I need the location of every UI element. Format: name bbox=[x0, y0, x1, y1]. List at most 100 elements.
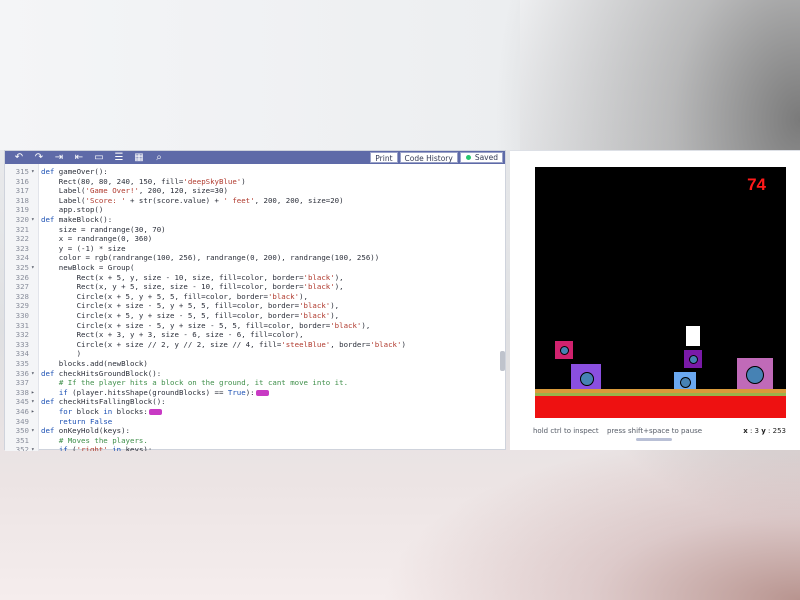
code-text: # Moves the players. bbox=[58, 435, 148, 445]
line-number: 345 bbox=[15, 397, 29, 407]
code-line[interactable]: 332 Rect(x + 3, y + 3, size - 6, size - … bbox=[5, 330, 500, 340]
code-text: newBlock = Group( bbox=[41, 263, 135, 272]
code-text: Circle(x + size // 2, y // 2, size // 4,… bbox=[41, 339, 406, 349]
code-editor[interactable]: ↶ ↷ ⇥ ⇤ ▭ ☰ ▦ ⌕ Print Code History Saved… bbox=[4, 150, 506, 451]
code-line[interactable]: 351 # Moves the players. bbox=[5, 436, 500, 446]
code-line[interactable]: 337 # If the player hits a block on the … bbox=[5, 378, 500, 388]
code-line[interactable]: 345 ▾ def checkHitsFallingBlock(): bbox=[5, 397, 500, 407]
line-number: 346 bbox=[15, 407, 29, 416]
code-line[interactable]: 321 size = randrange(30, 70) bbox=[5, 225, 500, 235]
code-text: if ('right' in keys): bbox=[58, 445, 153, 451]
ground bbox=[535, 396, 786, 418]
saved-label: Saved bbox=[474, 153, 498, 162]
line-number: 352 bbox=[15, 445, 29, 451]
code-line[interactable]: 318 Label('Score: ' + str(score.value) +… bbox=[5, 196, 500, 206]
line-number: 326 bbox=[15, 272, 29, 282]
code-line[interactable]: 320 ▾ def makeBlock(): bbox=[5, 215, 500, 225]
status-bar: hold ctrl to inspect press shift+space t… bbox=[510, 425, 800, 437]
code-line[interactable]: 334 ) bbox=[5, 349, 500, 359]
fold-toggle-icon[interactable]: ▸ bbox=[31, 388, 38, 398]
search-icon[interactable]: ⌕ bbox=[149, 151, 169, 164]
line-number: 330 bbox=[15, 311, 29, 320]
code-text: blocks.add(newBlock) bbox=[41, 359, 148, 368]
code-line[interactable]: 335 blocks.add(newBlock) bbox=[5, 359, 500, 369]
block-pink-small bbox=[554, 340, 574, 360]
outdent-icon[interactable]: ⇤ bbox=[69, 151, 89, 164]
code-text: Rect(x, y + 5, size, size - 10, fill=col… bbox=[41, 282, 344, 292]
fold-toggle-icon[interactable]: ▾ bbox=[31, 426, 38, 436]
code-line[interactable]: 333 Circle(x + size // 2, y // 2, size /… bbox=[5, 340, 500, 350]
folded-code-marker[interactable] bbox=[255, 389, 269, 396]
line-number: 325 bbox=[15, 263, 29, 272]
code-area[interactable]: 315 ▾ def gameOver(): 316 Rect(80, 80, 240,… bbox=[5, 164, 505, 451]
code-text: Rect(80, 80, 240, 150, fill='deepSkyBlue… bbox=[41, 176, 246, 186]
fold-toggle-icon[interactable]: ▾ bbox=[31, 369, 38, 379]
code-line[interactable]: 338 ▸ if (player.hitsShape(groundBlocks) … bbox=[5, 388, 500, 398]
list-icon[interactable]: ☰ bbox=[109, 151, 129, 164]
code-line[interactable]: 331 Circle(x + size - 5, y + size - 5, 5… bbox=[5, 321, 500, 331]
code-line[interactable]: 330 Circle(x + 5, y + size - 5, 5, fill=… bbox=[5, 311, 500, 321]
block-white bbox=[685, 325, 701, 347]
line-number: 334 bbox=[15, 349, 29, 359]
code-text: if (player.hitsShape(groundBlocks) == Tr… bbox=[41, 388, 269, 398]
fold-toggle-icon[interactable]: ▾ bbox=[31, 445, 38, 451]
fold-toggle-icon[interactable]: ▾ bbox=[31, 215, 38, 225]
resize-handle[interactable] bbox=[636, 438, 672, 441]
folded-code-marker[interactable] bbox=[148, 409, 162, 415]
code-line[interactable]: 322 x = randrange(0, 360) bbox=[5, 234, 500, 244]
code-line[interactable]: 350 ▾ def onKeyHold(keys): bbox=[5, 426, 500, 436]
code-line[interactable]: 316 Rect(80, 80, 240, 150, fill='deepSky… bbox=[5, 177, 500, 187]
background-glow-bottom bbox=[380, 430, 800, 600]
code-text: Circle(x + 5, y + size - 5, 5, fill=colo… bbox=[41, 311, 340, 320]
code-text: for block in blocks: bbox=[41, 407, 162, 417]
fold-toggle-icon[interactable]: ▾ bbox=[31, 397, 38, 407]
code-text: Rect(x + 5, y, size - 10, size, fill=col… bbox=[41, 272, 344, 282]
code-text: # If the player hits a block on the grou… bbox=[58, 378, 349, 388]
code-line[interactable]: 319 app.stop() bbox=[5, 205, 500, 215]
code-line[interactable]: 328 Circle(x + 5, y + 5, 5, fill=color, … bbox=[5, 292, 500, 302]
code-line[interactable]: 327 Rect(x, y + 5, size, size - 10, fill… bbox=[5, 282, 500, 292]
code-line[interactable]: 315 ▾ def gameOver(): bbox=[5, 167, 500, 177]
saved-indicator: Saved bbox=[459, 152, 503, 163]
code-text: def checkHitsGroundBlock(): bbox=[41, 368, 162, 378]
code-line[interactable]: 323 y = (-1) * size bbox=[5, 244, 500, 254]
line-number: 332 bbox=[15, 330, 29, 340]
code-text: size = randrange(30, 70) bbox=[41, 224, 166, 234]
undo-icon[interactable]: ↶ bbox=[9, 151, 29, 164]
code-line[interactable]: 346 ▸ for block in blocks: bbox=[5, 407, 500, 417]
code-line[interactable]: 352 ▾ if ('right' in keys): bbox=[5, 445, 500, 451]
code-history-button[interactable]: Code History bbox=[399, 152, 458, 163]
canvas-panel: 74 hold ctrl to inspect press shift+spac… bbox=[510, 150, 800, 450]
redo-icon[interactable]: ↷ bbox=[29, 151, 49, 164]
fold-toggle-icon[interactable]: ▸ bbox=[31, 407, 38, 417]
comment-icon[interactable]: ▭ bbox=[89, 151, 109, 164]
code-line[interactable]: 326 Rect(x + 5, y, size - 10, size, fill… bbox=[5, 273, 500, 283]
code-line[interactable]: 336 ▾ def checkHitsGroundBlock(): bbox=[5, 369, 500, 379]
code-line[interactable]: 317 Label('Game Over!', 200, 120, size=3… bbox=[5, 186, 500, 196]
code-text: return False bbox=[58, 416, 113, 426]
x-label: x bbox=[743, 427, 748, 435]
x-value: 3 bbox=[754, 427, 759, 435]
indent-icon[interactable]: ⇥ bbox=[49, 151, 69, 164]
line-number: 337 bbox=[15, 378, 29, 388]
code-line[interactable]: 329 Circle(x + size - 5, y + 5, 5, fill=… bbox=[5, 301, 500, 311]
line-number: 321 bbox=[15, 224, 29, 234]
line-number: 335 bbox=[15, 359, 29, 368]
line-number: 317 bbox=[15, 186, 29, 196]
code-line[interactable]: 349 return False bbox=[5, 417, 500, 427]
editor-scrollbar[interactable] bbox=[500, 351, 505, 371]
grid-icon[interactable]: ▦ bbox=[129, 151, 149, 164]
score-label: 74 bbox=[747, 175, 766, 194]
code-text: app.stop() bbox=[41, 205, 104, 215]
fold-toggle-icon[interactable]: ▾ bbox=[31, 167, 38, 177]
line-number: 318 bbox=[15, 195, 29, 205]
code-line[interactable]: 325 ▾ newBlock = Group( bbox=[5, 263, 500, 273]
code-text: def onKeyHold(keys): bbox=[41, 426, 131, 436]
print-button[interactable]: Print bbox=[370, 152, 398, 163]
game-canvas[interactable]: 74 bbox=[535, 167, 786, 418]
block-magenta bbox=[683, 349, 703, 369]
panel-divider bbox=[510, 150, 800, 151]
fold-toggle-icon[interactable]: ▾ bbox=[31, 263, 38, 273]
line-number: 328 bbox=[15, 291, 29, 301]
code-line[interactable]: 324 color = rgb(randrange(100, 256), ran… bbox=[5, 253, 500, 263]
